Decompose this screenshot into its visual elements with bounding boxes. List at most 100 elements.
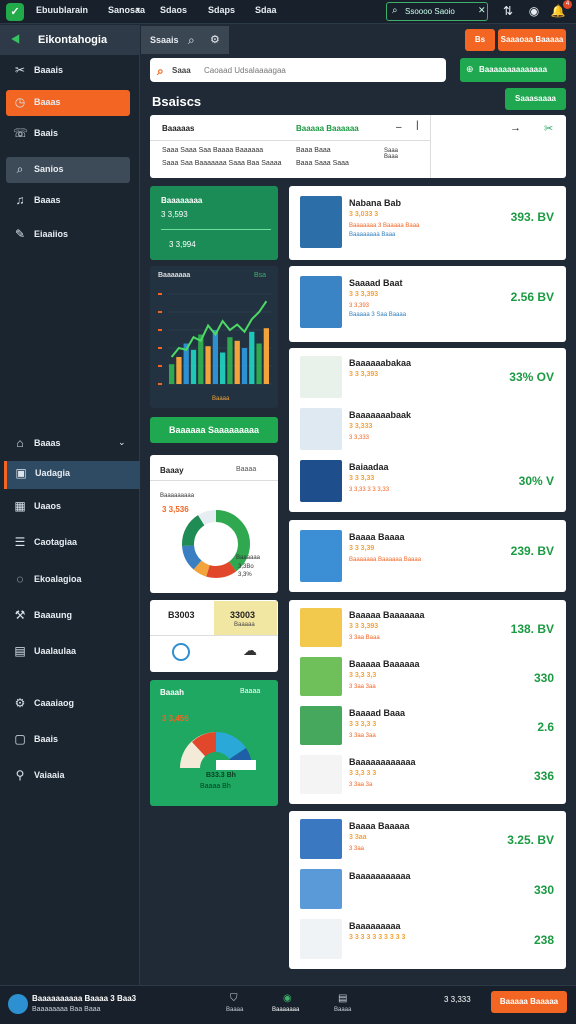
- listing-sub: 3 3 3,393: [349, 371, 379, 378]
- listing-name: Baaaa Baaaa: [349, 532, 405, 542]
- listing-row[interactable]: Baaaaaaaaa 3 3 3 3 3 3 3 3 3 3 238: [289, 917, 566, 967]
- chart-bar: [263, 328, 269, 384]
- app-icon[interactable]: [8, 994, 28, 1014]
- donut-label: Baaaaaaaaa: [160, 493, 195, 499]
- list-icon: ☰: [14, 535, 26, 549]
- sidebar-item-label: Eiaaiios: [34, 229, 69, 239]
- divider-icon: |: [416, 120, 419, 131]
- listing-row[interactable]: Baaaaaaaaaaaa 3 3,3 3 3 3 3aa 3a 336: [289, 753, 566, 802]
- listing-row[interactable]: Nabana Bab 3 3,033 3 Baaaaaaa 3 Baaaaa Baa…: [289, 194, 566, 254]
- bottom-tab-1[interactable]: Baaaa: [226, 1007, 243, 1013]
- listing-desc: 3 3aa 3aa: [349, 684, 376, 690]
- divider: [161, 229, 271, 230]
- chart-thumb: [300, 356, 342, 398]
- listing-sub: 3 3 3,39: [349, 545, 375, 552]
- sidebar-item-label: Baais: [34, 128, 59, 138]
- city-thumb: [300, 608, 342, 647]
- bottom-bar: [0, 985, 576, 1024]
- sidebar-item-wrench[interactable]: ⚲ Vaiaaia: [6, 763, 130, 789]
- chevron-down-icon[interactable]: ▾: [136, 5, 140, 14]
- listing-price: 239. BV: [510, 544, 554, 558]
- search-icon: ⌕: [392, 5, 398, 16]
- globe-icon[interactable]: ◉: [526, 3, 542, 19]
- message-icon: ◌: [16, 572, 24, 586]
- sidebar-item-search[interactable]: ⌕ Sanios: [6, 157, 130, 183]
- listing-row[interactable]: Baaaad Baaa 3 3 3,3 3 3 3aa 3aa 2.6: [289, 704, 566, 753]
- check-circle-icon[interactable]: ◉: [283, 993, 292, 1004]
- sidebar-item-tools[interactable]: ✂ Baaais: [6, 58, 130, 84]
- donut-badge: Baaaa: [236, 466, 257, 473]
- listing-sub: 3 3 3,393: [349, 623, 379, 630]
- crane-thumb: [300, 755, 342, 794]
- sidebar-section-toggle[interactable]: ⌂ Baaas ⌄: [6, 431, 130, 457]
- listing-row[interactable]: Baaaaa Baaaaaaa 3 3 3,393 3 3aa Baaa 138. B…: [289, 606, 566, 655]
- bottom-tab-3[interactable]: Baaaa: [334, 1007, 351, 1013]
- tile1-label[interactable]: B3003: [168, 610, 195, 620]
- listing-price: 393. BV: [510, 210, 554, 224]
- add-button[interactable]: Baaaaaaaaaaaaaa: [460, 58, 566, 82]
- listing-name: Baiaadaa: [349, 462, 389, 472]
- listing-row[interactable]: Baaaaa Baaaaaa 3 3,3 3,3 3 3aa 3aa 330: [289, 655, 566, 704]
- app-title[interactable]: Ebuublarain: [36, 5, 88, 15]
- gear-icon[interactable]: ⚙: [210, 33, 220, 46]
- cta-button[interactable]: Baaaaaa Saaaaaaaaa: [150, 417, 278, 443]
- menu-item-4[interactable]: Sdaa: [255, 5, 277, 15]
- export-button[interactable]: Saaaoaa Baaaaa: [498, 29, 566, 51]
- menu-item-3[interactable]: Sdaps: [208, 5, 235, 15]
- listing-row[interactable]: Baaaaaabakaa 3 3 3,393 33% OV: [289, 354, 566, 406]
- filter-action-button[interactable]: Saaasaaaa: [505, 88, 566, 110]
- sidebar-item-square[interactable]: ▢ Baais: [6, 727, 130, 753]
- landscape-thumb: [300, 657, 342, 696]
- notification-badge: 4: [563, 0, 572, 9]
- sidebar-item-active[interactable]: ◷ Baaas: [6, 90, 130, 116]
- tile2-sub: Baaaaa: [234, 622, 255, 628]
- sidebar-item-label: Ekoalagioa: [34, 574, 82, 584]
- listing-row[interactable]: Baaaa Baaaa 3 3 3,39 Baaaaaaa Baaaaaa Baaa…: [289, 528, 566, 588]
- tools-icon[interactable]: ✂: [544, 122, 553, 135]
- search-icon[interactable]: ⌕: [188, 33, 195, 48]
- listing-row[interactable]: Baiaadaa 3 3 3,33 3 3,33 3 3 3,33 30% V: [289, 458, 566, 510]
- listing-row[interactable]: Baaaa Baaaaa 3 3aa 3 3aa 3.25. BV: [289, 817, 566, 867]
- sidebar-item-document[interactable]: ▤ Uaalaulaa: [6, 639, 130, 665]
- search-category[interactable]: Saaa: [172, 66, 191, 75]
- green2-title: Baaah: [160, 688, 185, 697]
- shield-icon[interactable]: ⛉: [230, 993, 238, 1004]
- sidebar-item-bell[interactable]: ♫ Baaas: [6, 188, 130, 214]
- document-icon[interactable]: ▤: [338, 993, 347, 1004]
- cloud-icon[interactable]: ☁: [243, 642, 257, 659]
- bottom-tab-2[interactable]: Baaaaaaa: [272, 1007, 299, 1013]
- listing-row[interactable]: Baaaaaaaaaaa 330: [289, 867, 566, 917]
- sidebar-item-hammer[interactable]: ⚒ Baaaung: [6, 603, 130, 629]
- green2-label2: Baaaa Bh: [200, 783, 231, 790]
- donut-chart: [182, 510, 250, 578]
- bottom-cta-button[interactable]: Baaaaa Baaaaa: [491, 991, 567, 1013]
- sidebar-item-settings[interactable]: ⚙ Caaaiaog: [6, 691, 130, 717]
- sidebar-item-message[interactable]: ◌ Ekoalagioa: [6, 567, 130, 593]
- sidebar-item-chat[interactable]: ☏ Baais: [6, 121, 130, 147]
- top-search-box[interactable]: Ssoooo Saoio Saaasaaaa: [386, 2, 488, 33]
- sidebar-item-user[interactable]: ▣ Uadagia: [4, 461, 140, 489]
- donut-side1: Baaaaaa: [236, 555, 261, 561]
- search-input[interactable]: [150, 58, 446, 82]
- app-logo-icon[interactable]: ✓: [6, 3, 24, 21]
- sidebar-item-list[interactable]: ☰ Caotagiaa: [6, 530, 130, 556]
- listing-row[interactable]: Saaaad Baat 3 3 3,393 3 3,393 Baaaaa 3 Saa …: [289, 274, 566, 334]
- filter-button[interactable]: Bs: [465, 29, 495, 51]
- tile2-label[interactable]: 33003: [230, 610, 255, 620]
- minus-icon[interactable]: –: [396, 122, 402, 133]
- chart-bar: [234, 340, 240, 384]
- sidebar-item-grid[interactable]: ▦ Uaaos: [6, 494, 130, 520]
- sliders-icon[interactable]: ⇅: [500, 3, 516, 19]
- menu-item-2[interactable]: Sdaos: [160, 5, 187, 15]
- arrow-right-icon[interactable]: →: [510, 122, 521, 134]
- listing-name: Baaaaa Baaaaaa: [349, 659, 420, 669]
- chart-bar: [249, 331, 255, 384]
- listing-desc: 3 3,393: [349, 303, 370, 309]
- clock-icon: ◷: [14, 95, 26, 109]
- listing-price: 238: [533, 933, 554, 947]
- factory-thumb: [300, 819, 342, 859]
- sidebar-item-edit[interactable]: ✎ Eiaaiios: [6, 222, 130, 248]
- compass-icon[interactable]: [172, 643, 190, 661]
- listing-row[interactable]: Baaaaaaabaak 3 3,333 3 3,333: [289, 406, 566, 458]
- close-icon[interactable]: ✕: [478, 5, 486, 16]
